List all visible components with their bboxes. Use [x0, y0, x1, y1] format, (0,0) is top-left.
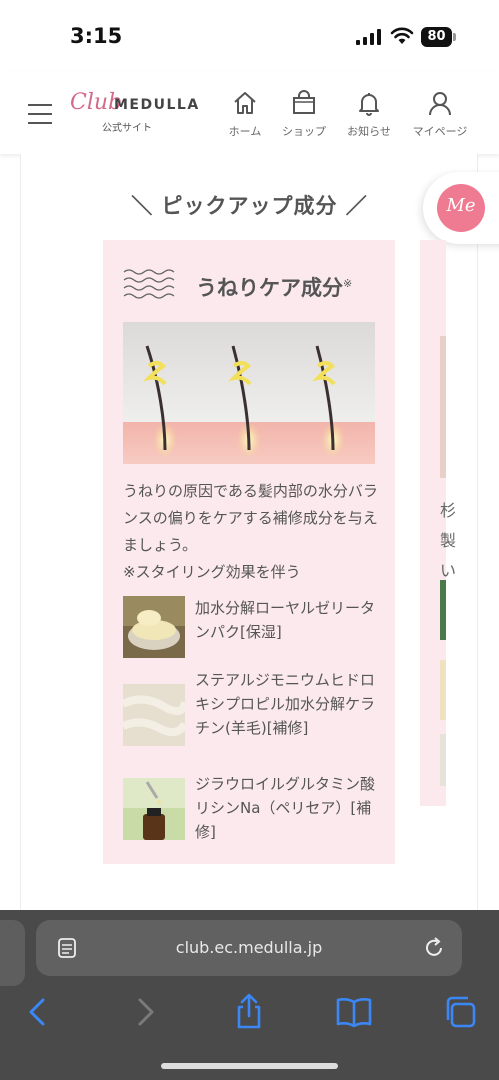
home-indicator [161, 1063, 338, 1069]
nav-home[interactable]: ホーム [215, 90, 275, 146]
next-card-partial[interactable]: 杉 製 い [420, 240, 456, 806]
next-card-text: 杉 製 い [440, 501, 457, 580]
nav-mypage-label: マイページ [412, 125, 468, 138]
share-icon[interactable] [229, 992, 269, 1032]
battery-icon: 80 [421, 27, 457, 47]
wool-keratin-image [123, 684, 185, 746]
ingredient-name: ステアルジモニウムヒドロキシプロピル加水分解ケラチン(羊毛)[補修] [195, 671, 376, 737]
hamburger-menu-icon[interactable] [28, 104, 54, 126]
next-card-thumb [440, 734, 446, 786]
page: 3:15 80 Club MEDULLA 公式サイト ホーム ショップ お知らせ… [0, 0, 499, 1080]
next-card-image [440, 336, 446, 478]
bookmarks-icon[interactable] [334, 992, 374, 1032]
shopping-bag-icon [293, 90, 315, 114]
wave-icon [123, 269, 175, 299]
logo-brand: MEDULLA [114, 97, 200, 113]
ingredient-name: 加水分解ローヤルゼリータンパク[保湿] [195, 599, 376, 641]
card-title-text: うねりケア成分 [196, 276, 343, 300]
home-icon [234, 92, 256, 114]
user-icon [429, 92, 451, 116]
site-logo[interactable]: Club MEDULLA 公式サイト [70, 90, 200, 134]
bell-icon [359, 93, 379, 116]
nav-mypage[interactable]: マイページ [410, 90, 470, 146]
me-button[interactable]: Me [423, 172, 499, 244]
browser-toolbar: club.ec.medulla.jp [0, 910, 499, 1080]
ingredient-item: ステアルジモニウムヒドロキシプロピル加水分解ケラチン(羊毛)[補修] [123, 668, 385, 764]
nav-shop-label: ショップ [282, 125, 326, 138]
card-description: うねりの原因である髪内部の水分バランスの偏りをケアする補修成分を与えましょう。 [123, 482, 378, 554]
reload-icon[interactable] [422, 936, 446, 960]
wifi-icon [390, 27, 414, 44]
tabs-icon[interactable] [440, 992, 480, 1032]
previous-tab-stub[interactable] [0, 920, 25, 986]
nav-home-label: ホーム [228, 125, 262, 138]
url-text: club.ec.medulla.jp [175, 938, 323, 957]
site-header: Club MEDULLA 公式サイト ホーム ショップ お知らせ マイページ [0, 72, 499, 154]
nav-news[interactable]: お知らせ [339, 90, 399, 146]
nav-shop[interactable]: ショップ [274, 90, 334, 146]
back-icon[interactable] [18, 992, 58, 1032]
royal-jelly-image [123, 596, 185, 658]
nav-news-label: お知らせ [347, 125, 391, 138]
battery-level: 80 [421, 27, 452, 47]
ingredient-item: ジラウロイルグルタミン酸リシンNa（ペリセア）[補修] [123, 772, 385, 844]
next-card-thumb [440, 580, 446, 640]
forward-icon[interactable] [125, 992, 165, 1032]
me-icon: Me [437, 184, 485, 232]
card-title-mark: ※ [343, 277, 353, 290]
card-note: ※スタイリング効果を伴う [123, 563, 301, 581]
status-bar: 3:15 80 [0, 0, 499, 72]
address-bar[interactable]: club.ec.medulla.jp [36, 920, 462, 976]
cellular-signal-icon [356, 29, 381, 45]
dropper-bottle-image [123, 778, 185, 840]
ingredient-item: 加水分解ローヤルゼリータンパク[保湿] [123, 596, 385, 658]
hair-illustration [123, 322, 375, 464]
logo-subtitle: 公式サイト [102, 123, 152, 134]
status-time: 3:15 [70, 24, 123, 48]
next-card-thumb [440, 660, 446, 720]
card-title: うねりケア成分※ [196, 272, 352, 302]
ingredient-name: ジラウロイルグルタミン酸リシンNa（ペリセア）[補修] [195, 775, 376, 841]
